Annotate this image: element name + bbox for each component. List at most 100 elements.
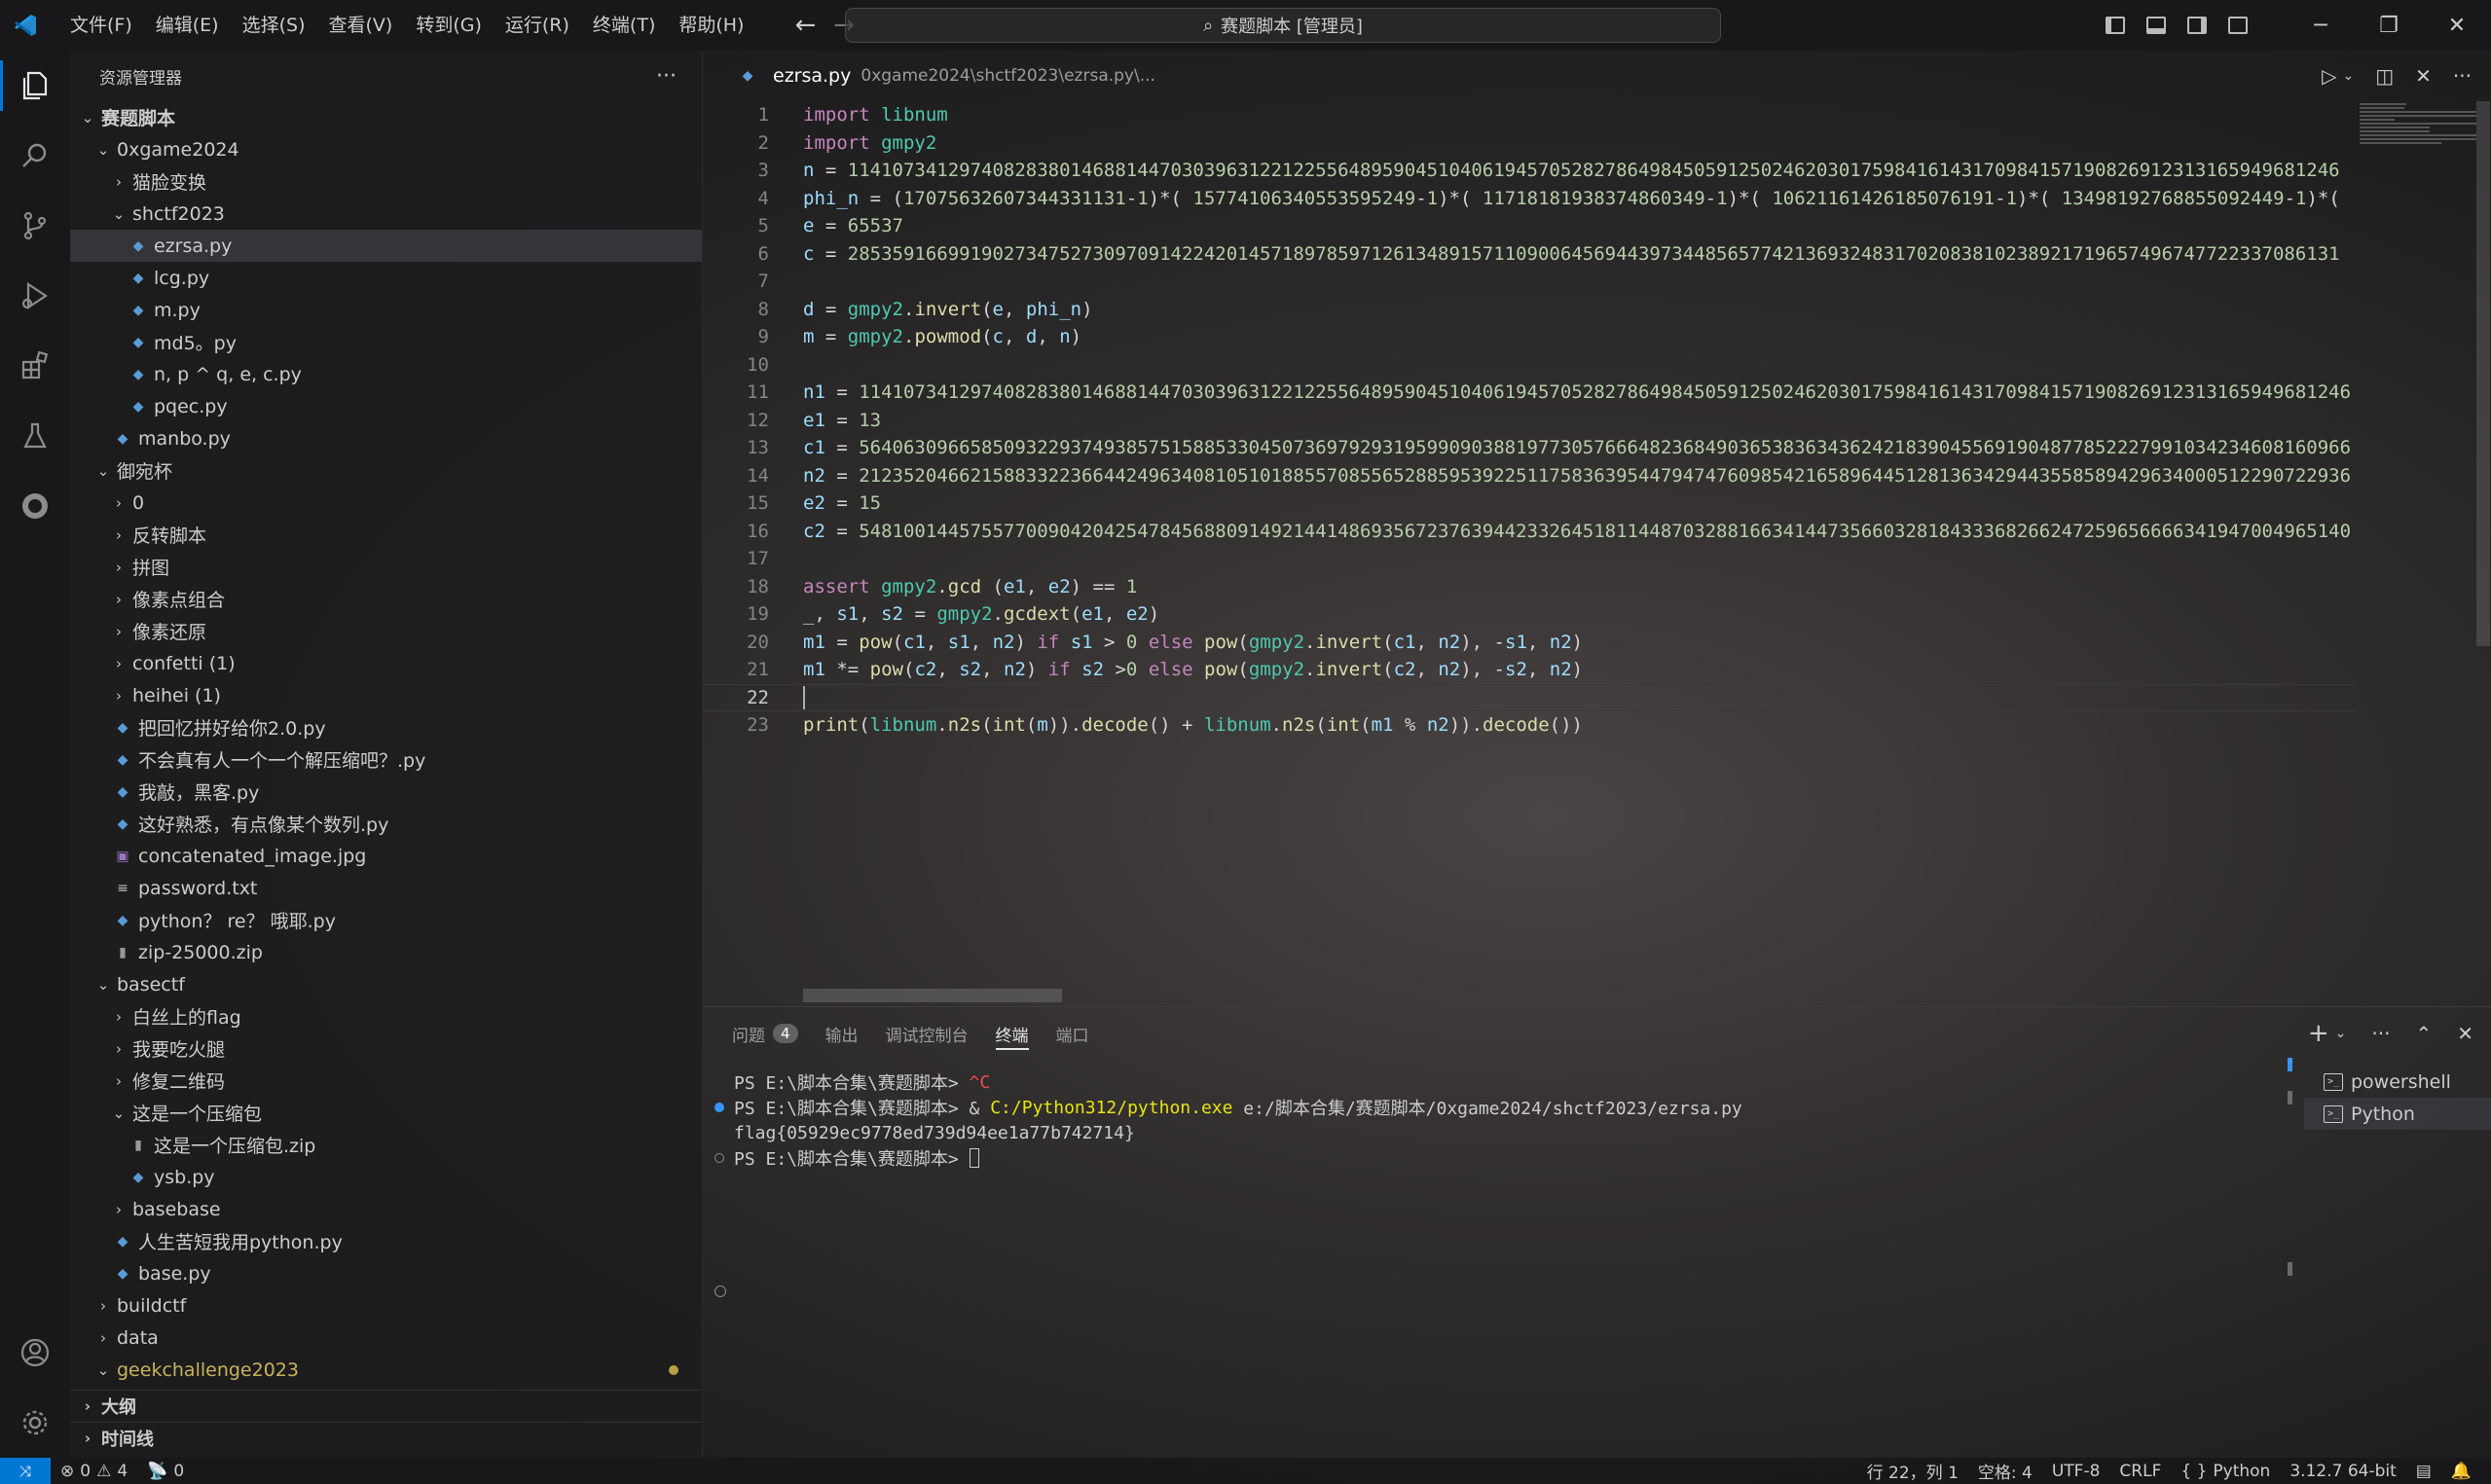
terminal-output[interactable]: PS E:\脚本合集\赛题脚本> ^C PS E:\脚本合集\赛题脚本> & C… <box>703 1069 2260 1171</box>
code-line[interactable]: 9 m = gmpy2.powmod(c, d, n) <box>703 323 2356 351</box>
tree-item[interactable]: ◆ ezrsa.py <box>70 230 702 262</box>
python-interpreter[interactable]: 3.12.7 64-bit <box>2280 1462 2405 1481</box>
code-line[interactable]: 23 print(libnum.n2s(int(m)).decode() + li… <box>703 711 2356 740</box>
timeline-section[interactable]: › 时间线 <box>70 1422 703 1454</box>
code-line[interactable]: 18 assert gmpy2.gcd (e1, e2) == 1 <box>703 573 2356 601</box>
code-line[interactable]: 14 n2 = 212352046621588332236644249634081… <box>703 462 2356 490</box>
tree-item[interactable]: ⌄ geekchallenge2023 <box>70 1354 702 1386</box>
tree-item[interactable]: › basebase <box>70 1193 702 1225</box>
tree-item[interactable]: ◆ 不会真有人一个一个解压缩吧？.py <box>70 743 702 776</box>
menu-item[interactable]: 帮助(H) <box>667 0 755 51</box>
tree-item[interactable]: ⌄ 0xgame2024 <box>70 133 702 165</box>
tree-item[interactable]: ▣ concatenated_image.jpg <box>70 840 702 872</box>
menu-item[interactable]: 运行(R) <box>494 0 581 51</box>
tree-item[interactable]: ◆ base.py <box>70 1257 702 1289</box>
menu-item[interactable]: 文件(F) <box>58 0 144 51</box>
indentation[interactable]: 空格: 4 <box>1968 1459 2042 1483</box>
tree-item[interactable]: ⌄ basectf <box>70 968 702 1000</box>
panel-tab[interactable]: 问题 4 <box>732 1007 798 1060</box>
customize-layout-icon[interactable] <box>2228 17 2248 34</box>
command-success-dot-icon[interactable] <box>714 1103 724 1112</box>
tree-item[interactable]: › 像素点组合 <box>70 583 702 615</box>
tree-item[interactable]: › confetti (1) <box>70 647 702 679</box>
close-editor-icon[interactable]: ✕ <box>2415 64 2432 88</box>
panel-tab[interactable]: 终端 <box>995 1007 1029 1060</box>
encoding[interactable]: UTF-8 <box>2042 1462 2110 1481</box>
code-line[interactable]: 17 <box>703 545 2356 573</box>
back-arrow-icon[interactable]: ← <box>794 11 816 40</box>
python-exe-path[interactable]: C:/Python312/python.exe <box>990 1098 1232 1118</box>
tree-item[interactable]: ◆ n, p ^ q, e, c.py <box>70 358 702 390</box>
editor-more-icon[interactable]: ··· <box>2453 64 2472 88</box>
tree-item[interactable]: ◆ 人生苦短我用python.py <box>70 1225 702 1257</box>
tree-item[interactable]: ▮ zip-25000.zip <box>70 936 702 968</box>
editor-horizontal-scrollbar[interactable] <box>803 989 1062 1002</box>
code-editor[interactable]: 1 import libnum 2 import gmpy2 3 n = 11410734… <box>703 101 2356 1006</box>
tree-item[interactable]: ≡ password.txt <box>70 872 702 904</box>
notifications-bell-icon[interactable]: 🔔 <box>2441 1462 2481 1481</box>
code-line[interactable]: 19 _, s1, s2 = gmpy2.gcdext(e1, e2) <box>703 600 2356 629</box>
ports-status[interactable]: 📡 0 <box>137 1462 194 1481</box>
tree-item[interactable]: › 0 <box>70 487 702 519</box>
breadcrumb[interactable]: 0xgame2024\shctf2023\ezrsa.py\... <box>861 66 1155 86</box>
code-line[interactable]: 5 e = 65537 <box>703 212 2356 240</box>
toggle-panel-icon[interactable] <box>2146 17 2166 34</box>
menu-item[interactable]: 转到(G) <box>404 0 494 51</box>
run-dropdown-icon[interactable]: ⌄ <box>2343 68 2355 84</box>
menu-item[interactable]: 终端(T) <box>581 0 667 51</box>
tree-item[interactable]: ◆ 我敲，黑客.py <box>70 776 702 808</box>
code-line[interactable]: 4 phi_n = (17075632607344331131-1)*( 1577… <box>703 185 2356 213</box>
code-line[interactable]: 8 d = gmpy2.invert(e, phi_n) <box>703 296 2356 324</box>
tree-root[interactable]: ⌄ 赛题脚本 <box>70 101 702 133</box>
tree-item[interactable]: › 我要吃火腿 <box>70 1032 702 1065</box>
terminal-instance[interactable]: >_ powershell <box>2304 1066 2491 1098</box>
tree-item[interactable]: ◆ ysb.py <box>70 1161 702 1193</box>
minimize-button[interactable]: ─ <box>2287 0 2355 51</box>
panel-tab[interactable]: 输出 <box>825 1007 859 1060</box>
code-line[interactable]: 1 import libnum <box>703 101 2356 129</box>
github-icon[interactable] <box>0 471 70 541</box>
testing-flask-icon[interactable] <box>0 401 70 471</box>
toggle-secondary-sidebar-icon[interactable] <box>2187 17 2207 34</box>
script-path[interactable]: e:/脚本合集/赛题脚本/0xgame2024/shctf2023/ezrsa.… <box>1232 1095 1741 1120</box>
tree-item[interactable]: › 猫脸变换 <box>70 165 702 198</box>
panel-tab[interactable]: 调试控制台 <box>886 1007 969 1060</box>
restore-button[interactable]: ❐ <box>2355 0 2423 51</box>
line-ending[interactable]: CRLF <box>2109 1462 2171 1481</box>
command-center-search[interactable]: ⌕ 赛题脚本 [管理员] <box>845 8 1721 43</box>
code-line[interactable]: 2 import gmpy2 <box>703 129 2356 158</box>
settings-gear-icon[interactable] <box>0 1388 70 1458</box>
menu-item[interactable]: 选择(S) <box>231 0 317 51</box>
terminal-dropdown-icon[interactable]: ⌄ <box>2335 1026 2347 1041</box>
tree-item[interactable]: ◆ 这好熟悉，有点像某个数列.py <box>70 808 702 840</box>
code-line[interactable]: 11 n1 = 114107341297408283801468814470303… <box>703 379 2356 407</box>
tree-item[interactable]: ◆ python？ re？ 哦耶.py <box>70 904 702 936</box>
explorer-icon[interactable] <box>0 51 70 121</box>
language-mode[interactable]: { } Python <box>2171 1462 2280 1481</box>
outline-section[interactable]: › 大纲 <box>70 1390 703 1422</box>
code-line[interactable]: 6 c = 28535916699190273475273097091422420… <box>703 240 2356 269</box>
feedback-icon[interactable]: ▤ <box>2406 1462 2441 1481</box>
editor-vertical-scrollbar[interactable] <box>2476 101 2490 646</box>
tree-item[interactable]: › 反转脚本 <box>70 519 702 551</box>
run-python-file-icon[interactable]: ▷ <box>2322 64 2336 88</box>
close-panel-icon[interactable]: ✕ <box>2457 1022 2473 1045</box>
problems-status[interactable]: ⊗ 0 ⚠ 4 <box>51 1462 137 1481</box>
tree-item[interactable]: ◆ manbo.py <box>70 422 702 454</box>
code-line[interactable]: 22 <box>703 683 2356 711</box>
tree-item[interactable]: › buildctf <box>70 1289 702 1321</box>
code-line[interactable]: 12 e1 = 13 <box>703 407 2356 435</box>
terminal-instance[interactable]: >_ Python <box>2304 1098 2491 1130</box>
cursor-position[interactable]: 行 22，列 1 <box>1857 1459 1968 1483</box>
code-line[interactable]: 13 c1 = 564063096658509322937493857515885… <box>703 434 2356 462</box>
code-line[interactable]: 16 c2 = 548100144575577009042042547845688… <box>703 518 2356 546</box>
tree-item[interactable]: › 像素还原 <box>70 615 702 647</box>
panel-more-icon[interactable]: ··· <box>2371 1022 2390 1045</box>
tree-item[interactable]: ◆ m.py <box>70 294 702 326</box>
remote-indicator-icon[interactable]: ⤨ <box>0 1458 51 1484</box>
new-terminal-icon[interactable]: + <box>2308 1019 2329 1048</box>
tree-item[interactable]: ⌄ 御宛杯 <box>70 454 702 487</box>
code-line[interactable]: 3 n = 11410734129740828380146881447030396… <box>703 157 2356 185</box>
source-control-icon[interactable] <box>0 191 70 261</box>
close-window-button[interactable]: ✕ <box>2423 0 2491 51</box>
